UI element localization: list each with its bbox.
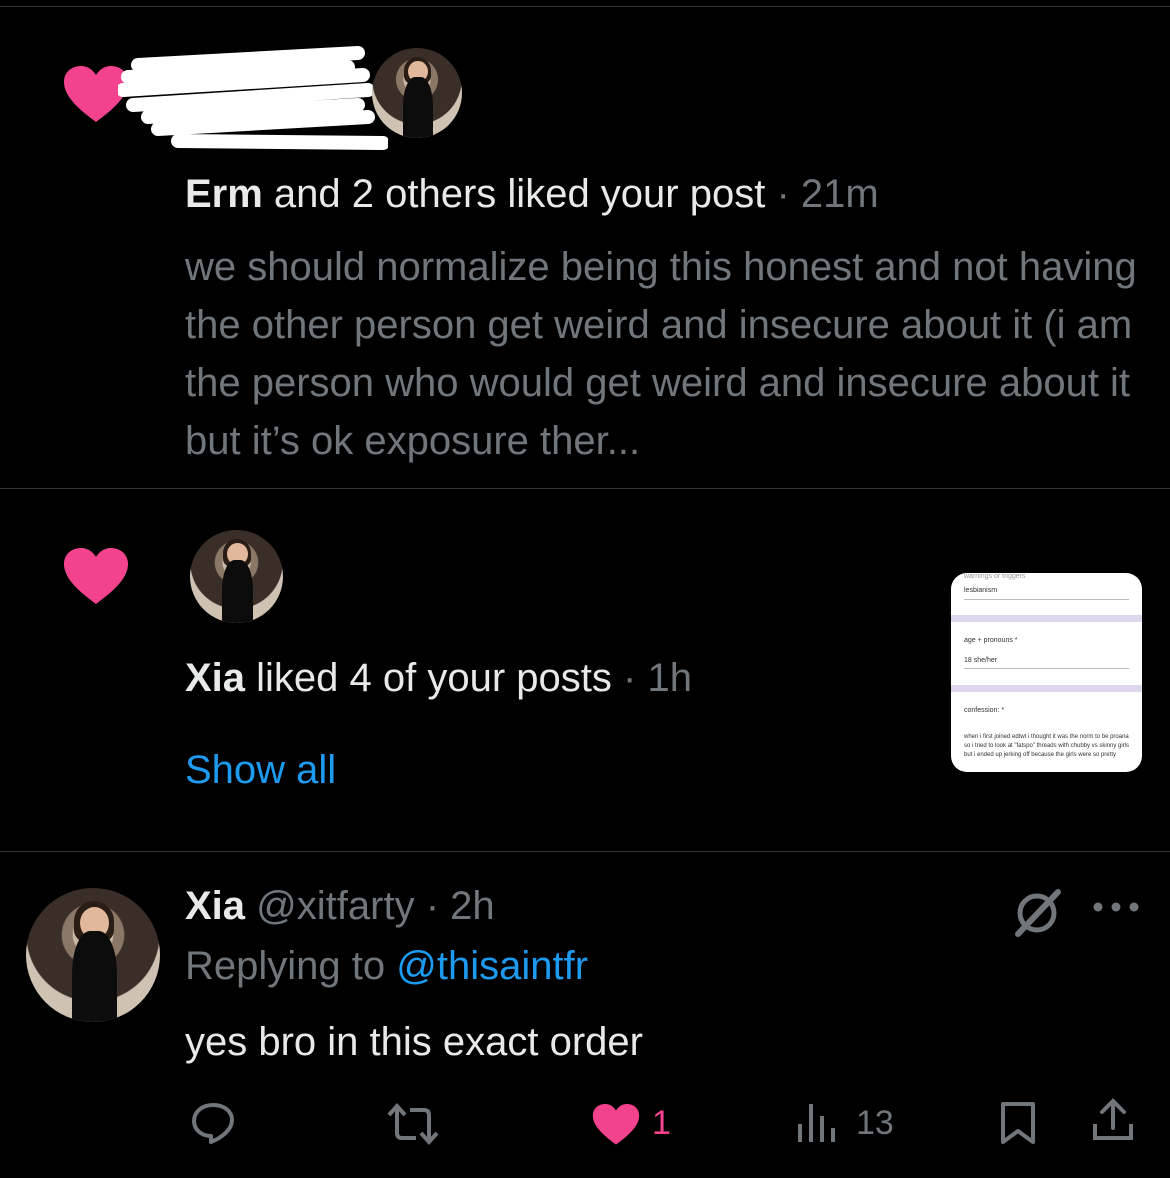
avatar[interactable] xyxy=(372,48,462,138)
bookmark-icon[interactable] xyxy=(998,1100,1038,1146)
tweet-header: Xia @xitfarty · 2h xyxy=(185,884,495,928)
avatar[interactable] xyxy=(26,888,160,1022)
notification-title: Erm and 2 others liked your post · 21m xyxy=(185,172,879,216)
notification-title: Xia liked 4 of your posts · 1h xyxy=(185,656,692,700)
timestamp: 1h xyxy=(647,656,692,700)
like-count: 1 xyxy=(652,1104,671,1142)
views-icon[interactable] xyxy=(796,1102,838,1144)
timestamp: 2h xyxy=(450,884,495,928)
show-all-link[interactable]: Show all xyxy=(185,748,336,793)
post-preview-text[interactable]: we should normalize being this honest an… xyxy=(185,238,1145,470)
redaction-scribble xyxy=(118,46,388,150)
retweet-icon[interactable] xyxy=(386,1103,440,1145)
timestamp: 21m xyxy=(800,172,879,216)
display-name: Xia xyxy=(185,884,246,928)
replying-to: Replying to @thisaintfr xyxy=(185,944,589,988)
like-icon[interactable] xyxy=(592,1104,640,1146)
share-icon[interactable] xyxy=(1090,1098,1136,1144)
views-count: 13 xyxy=(856,1104,894,1142)
heart-icon xyxy=(64,548,128,604)
top-divider xyxy=(0,6,1170,7)
grok-icon[interactable] xyxy=(1012,888,1062,938)
reply-icon[interactable] xyxy=(190,1100,236,1146)
handle: @xitfarty xyxy=(256,884,415,928)
divider xyxy=(0,851,1170,852)
more-icon[interactable] xyxy=(1092,900,1140,914)
divider xyxy=(0,488,1170,489)
post-thumbnail[interactable]: warnings or triggers lesbianism age + pr… xyxy=(951,573,1142,772)
avatar[interactable] xyxy=(190,530,283,623)
tweet-text: yes bro in this exact order xyxy=(185,1020,643,1064)
replying-to-handle[interactable]: @thisaintfr xyxy=(396,944,588,988)
